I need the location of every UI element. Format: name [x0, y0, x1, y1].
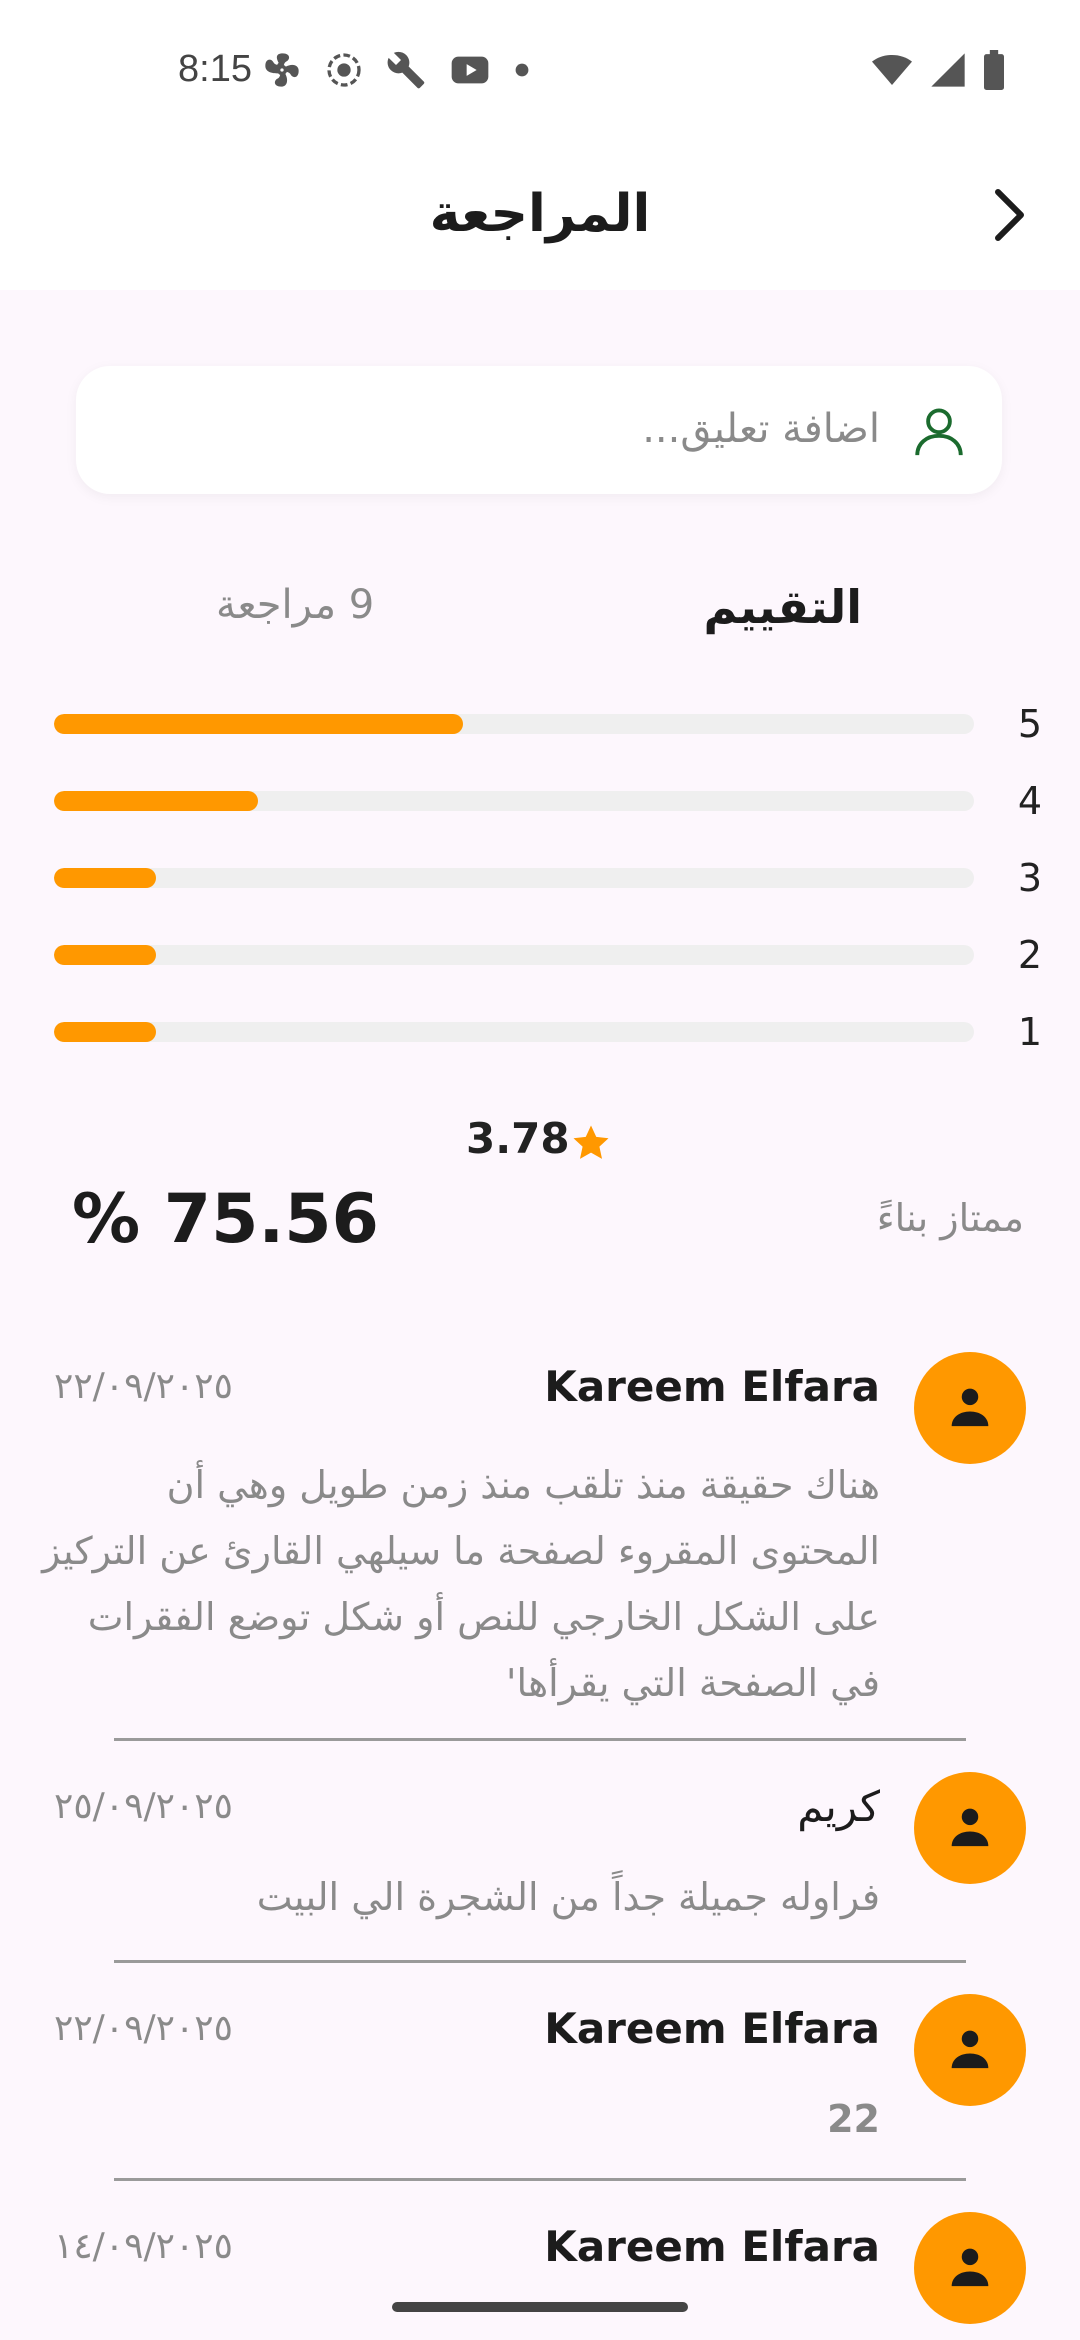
avatar — [914, 2212, 1026, 2324]
bar-fill — [54, 791, 259, 811]
avatar — [914, 1994, 1026, 2106]
star-icon — [573, 1125, 609, 1159]
bar-label: 3 — [1017, 856, 1042, 900]
tab-rating[interactable]: التقييم — [703, 580, 862, 634]
review-text: 22 — [827, 2097, 880, 2141]
bar-track — [54, 868, 974, 888]
app-bar: المراجعة — [0, 142, 1080, 290]
status-time: 8:15 — [178, 48, 252, 90]
dot-icon — [515, 63, 529, 77]
average-rating: 3.78 — [466, 1114, 570, 1163]
review-date: ١٤/٠٩/٢٠٢٥ — [54, 2226, 233, 2267]
rating-quality-label: ممتاز بناءً — [876, 1196, 1024, 1240]
rating-bar-2: 2 — [54, 933, 1054, 977]
bar-fill — [54, 714, 464, 734]
screen-record-icon — [327, 53, 361, 87]
rating-bar-3: 3 — [54, 856, 1054, 900]
divider — [114, 2178, 966, 2181]
bar-fill — [54, 1022, 157, 1042]
status-icons-left — [262, 50, 530, 90]
battery-icon — [984, 50, 1004, 90]
page-title: المراجعة — [429, 184, 651, 244]
person-icon — [951, 2248, 989, 2287]
divider — [114, 1960, 966, 1963]
rating-bar-4: 4 — [54, 779, 1054, 823]
comment-placeholder: اضافة تعليق... — [642, 406, 880, 452]
avatar — [914, 1772, 1026, 1884]
rating-bar-1: 1 — [54, 1010, 1054, 1054]
review-date: ٢٢/٠٩/٢٠٢٥ — [54, 2008, 233, 2049]
status-bar: 8:15 — [0, 0, 1080, 142]
chevron-right-icon — [995, 189, 1024, 241]
wrench-icon — [387, 51, 425, 89]
bar-label: 4 — [1017, 779, 1042, 823]
reviewer-name: Kareem Elfara — [544, 2222, 880, 2271]
fan-icon — [265, 53, 299, 87]
reviewer-name: Kareem Elfara — [544, 1362, 880, 1411]
review-text: فراوله جميلة جداً من الشجرة الي البيت — [256, 1875, 880, 1919]
review-date: ٢٢/٠٩/٢٠٢٥ — [54, 1366, 233, 1407]
bar-track — [54, 1022, 974, 1042]
bar-fill — [54, 945, 157, 965]
bar-label: 5 — [1017, 702, 1042, 746]
home-indicator[interactable] — [392, 2302, 688, 2312]
back-button[interactable] — [974, 180, 1044, 250]
reviewer-name: كريم — [797, 1782, 880, 1831]
avatar — [914, 1352, 1026, 1464]
person-icon — [951, 2030, 989, 2069]
bar-track — [54, 714, 974, 734]
person-icon — [951, 1388, 989, 1427]
divider — [114, 1738, 966, 1741]
bar-track — [54, 945, 974, 965]
signal-icon — [931, 53, 965, 87]
bar-label: 2 — [1017, 933, 1042, 977]
wifi-icon — [872, 55, 912, 85]
review-date: ٢٥/٠٩/٢٠٢٥ — [54, 1786, 233, 1827]
bar-track — [54, 791, 974, 811]
bar-label: 1 — [1017, 1010, 1042, 1054]
user-outline-icon — [915, 408, 963, 456]
review-text: هناك حقيقة منذ تلقب منذ زمن طويل وهي أن … — [42, 1463, 880, 1705]
person-icon — [951, 1808, 989, 1847]
tab-reviews-count[interactable]: 9 مراجعة — [216, 582, 374, 628]
reviewer-name: Kareem Elfara — [544, 2004, 880, 2053]
rating-percentage: % 75.56 — [72, 1180, 379, 1259]
status-icons-right — [870, 50, 1006, 90]
add-comment-field[interactable]: اضافة تعليق... — [76, 366, 1002, 494]
rating-bar-5: 5 — [54, 702, 1054, 746]
bar-fill — [54, 868, 157, 888]
youtube-icon — [451, 56, 489, 84]
